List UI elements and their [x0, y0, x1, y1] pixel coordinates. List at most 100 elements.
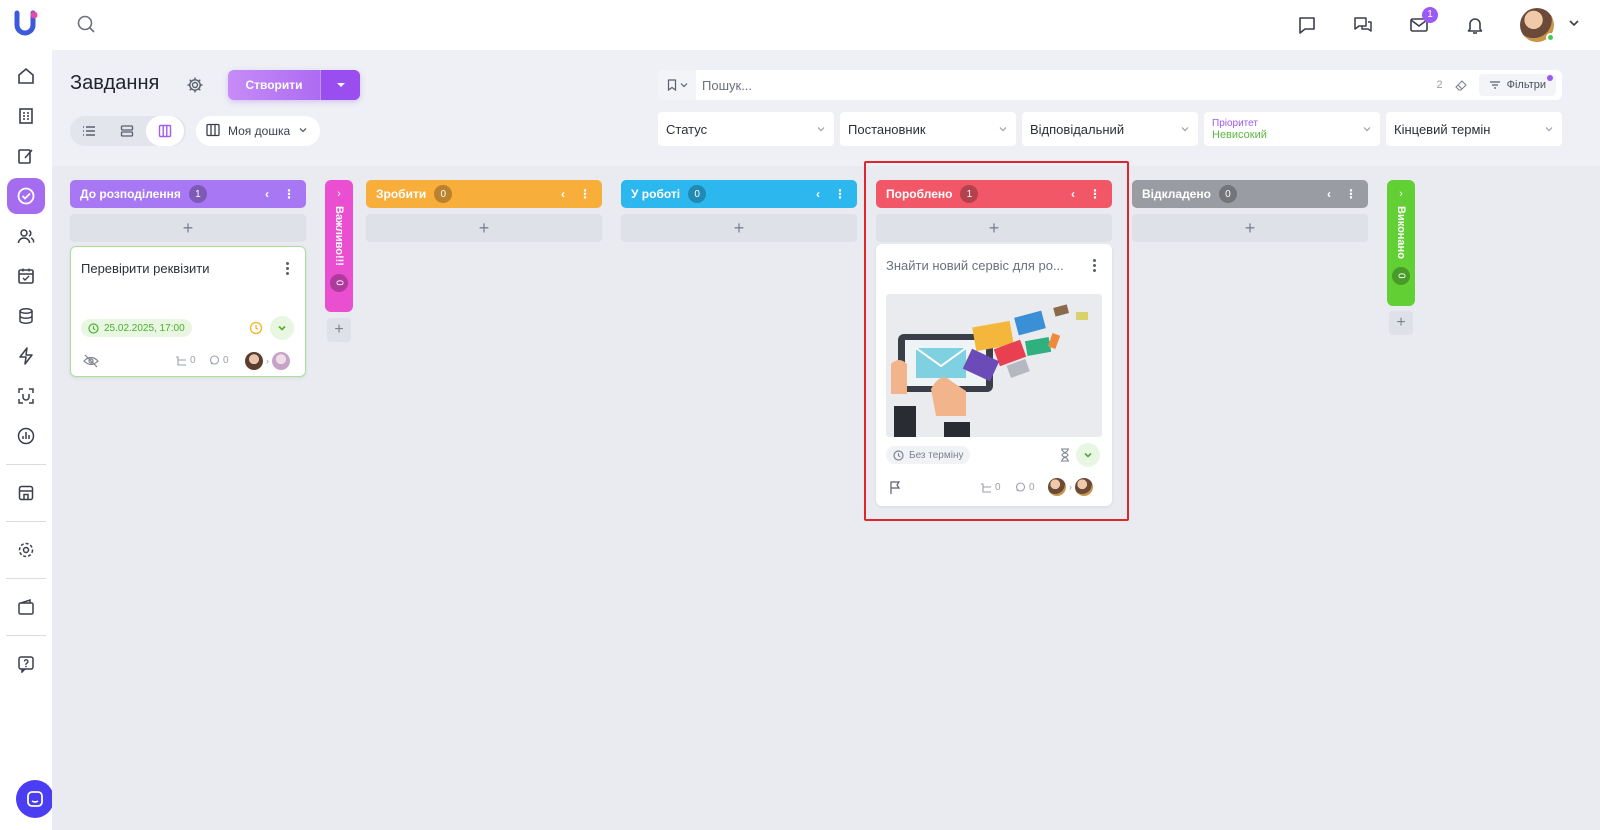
- deadline-filter[interactable]: Кінцевий термін: [1386, 112, 1562, 146]
- responsible-filter-label: Відповідальний: [1030, 121, 1125, 137]
- board-view-icon[interactable]: [146, 116, 184, 146]
- filters-button[interactable]: Фільтри: [1478, 74, 1556, 96]
- complete-dropdown-button[interactable]: [270, 316, 294, 340]
- support-chat-button[interactable]: [16, 780, 54, 818]
- task-card[interactable]: Перевірити реквізити 25.02.2025, 17:00 0…: [70, 246, 306, 377]
- subtasks-count: 0: [175, 355, 196, 366]
- rows-view-icon[interactable]: [108, 116, 146, 146]
- responsible-filter[interactable]: Відповідальний: [1022, 112, 1198, 146]
- list-view-icon[interactable]: [70, 116, 108, 146]
- eraser-icon[interactable]: [1451, 75, 1471, 95]
- users-icon[interactable]: [7, 218, 45, 254]
- home-icon[interactable]: [7, 58, 45, 94]
- search-icon[interactable]: [76, 14, 96, 39]
- more-icon[interactable]: ⋮: [831, 187, 849, 201]
- kanban-board: До розподілення 1 ‹ ⋮ + Перевірити рекві…: [52, 166, 1600, 830]
- collapse-icon[interactable]: ‹: [1320, 187, 1338, 201]
- assignee-avatar[interactable]: [272, 352, 290, 370]
- sidebar-divider: [6, 464, 46, 465]
- add-task-button[interactable]: +: [621, 214, 857, 242]
- collapse-icon[interactable]: ‹: [554, 187, 572, 201]
- comments-count-text: 0: [223, 355, 229, 366]
- add-task-button[interactable]: +: [1389, 311, 1413, 335]
- building-icon[interactable]: [7, 98, 45, 134]
- filter-icon: [1489, 81, 1500, 89]
- priority-filter-label: Пріоритет: [1212, 117, 1258, 129]
- board-select[interactable]: Моя дошка: [196, 116, 320, 146]
- column-header[interactable]: До розподілення 1 ‹ ⋮: [70, 180, 306, 208]
- tasks-icon[interactable]: [7, 178, 45, 214]
- more-icon[interactable]: ⋮: [576, 187, 594, 201]
- analytics-icon[interactable]: [7, 418, 45, 454]
- bookmark-dropdown[interactable]: [658, 70, 696, 100]
- search-input[interactable]: Пошук...: [696, 78, 1436, 93]
- lightning-icon[interactable]: [7, 338, 45, 374]
- wallet-icon[interactable]: [7, 589, 45, 625]
- status-filter-label: Статус: [666, 121, 708, 137]
- create-split-button: Створити: [228, 70, 360, 100]
- edit-document-icon[interactable]: [7, 138, 45, 174]
- column-count: 0: [1392, 266, 1410, 285]
- sidebar-divider: [6, 635, 46, 636]
- card-menu-icon[interactable]: [279, 259, 295, 277]
- database-icon[interactable]: [7, 298, 45, 334]
- column-important-collapsed[interactable]: › Важливо!!! 0: [325, 180, 353, 312]
- column-header[interactable]: Відкладено 0 ‹ ⋮: [1132, 180, 1368, 208]
- priority-filter[interactable]: Пріоритет Невисокий: [1204, 112, 1380, 146]
- calendar-icon[interactable]: [7, 258, 45, 294]
- status-filter[interactable]: Статус: [658, 112, 834, 146]
- column-title: Важливо!!!: [333, 206, 345, 266]
- timer-icon[interactable]: [249, 321, 263, 340]
- page-title: Завдання: [70, 72, 160, 94]
- bookmark-icon: [667, 79, 676, 91]
- help-icon[interactable]: [7, 646, 45, 682]
- filters-row: Статус Постановник Відповідальний Пріори…: [658, 112, 1562, 146]
- author-filter-label: Постановник: [848, 121, 926, 137]
- mail-icon[interactable]: 1: [1408, 7, 1438, 36]
- more-icon[interactable]: ⋮: [280, 187, 298, 201]
- board-columns-icon: [206, 123, 220, 140]
- column-count: 0: [330, 273, 348, 292]
- hidden-eye-icon[interactable]: [83, 354, 99, 373]
- user-avatar[interactable]: [1520, 8, 1555, 42]
- add-task-button[interactable]: +: [70, 214, 306, 242]
- column-header[interactable]: У роботі 0 ‹ ⋮: [621, 180, 857, 208]
- settings-icon[interactable]: [7, 532, 45, 568]
- scan-icon[interactable]: [7, 378, 45, 414]
- gear-icon[interactable]: [186, 76, 204, 99]
- search-result-count: 2: [1436, 79, 1443, 91]
- store-icon[interactable]: [7, 475, 45, 511]
- create-dropdown-button[interactable]: [320, 70, 360, 100]
- column-count: 0: [434, 185, 453, 203]
- column-title: Виконано: [1395, 206, 1407, 259]
- filter-active-dot: [1547, 75, 1553, 81]
- chevron-down-icon: [298, 124, 308, 138]
- column-completed-collapsed[interactable]: › Виконано 0: [1387, 180, 1415, 306]
- add-task-button[interactable]: +: [327, 318, 351, 342]
- bell-icon[interactable]: [1464, 14, 1486, 36]
- column-postponed: Відкладено 0 ‹ ⋮ +: [1132, 180, 1368, 242]
- expand-icon[interactable]: ›: [337, 188, 341, 200]
- create-button[interactable]: Створити: [228, 70, 320, 100]
- author-filter[interactable]: Постановник: [840, 112, 1016, 146]
- collapse-icon[interactable]: ‹: [258, 187, 276, 201]
- more-icon[interactable]: ⋮: [1342, 187, 1360, 201]
- priority-filter-value: Невисокий: [1212, 128, 1267, 141]
- app-logo[interactable]: [11, 8, 41, 38]
- chevron-down-icon[interactable]: [1568, 16, 1580, 34]
- deadline-filter-label: Кінцевий термін: [1394, 121, 1491, 137]
- author-avatar[interactable]: [245, 352, 263, 370]
- chevron-down-icon: [1363, 127, 1371, 132]
- collapse-icon[interactable]: ‹: [809, 187, 827, 201]
- expand-icon[interactable]: ›: [1399, 188, 1403, 200]
- messages-icon[interactable]: [1352, 14, 1374, 36]
- filters-label: Фільтри: [1506, 79, 1546, 91]
- chat-icon[interactable]: [1296, 14, 1318, 36]
- view-toggle: [70, 116, 186, 146]
- chevron-down-icon: [999, 127, 1007, 132]
- highlight-frame: [864, 161, 1129, 521]
- add-task-button[interactable]: +: [366, 214, 602, 242]
- add-task-button[interactable]: +: [1132, 214, 1368, 242]
- column-header[interactable]: Зробити 0 ‹ ⋮: [366, 180, 602, 208]
- comment-icon: [209, 355, 220, 365]
